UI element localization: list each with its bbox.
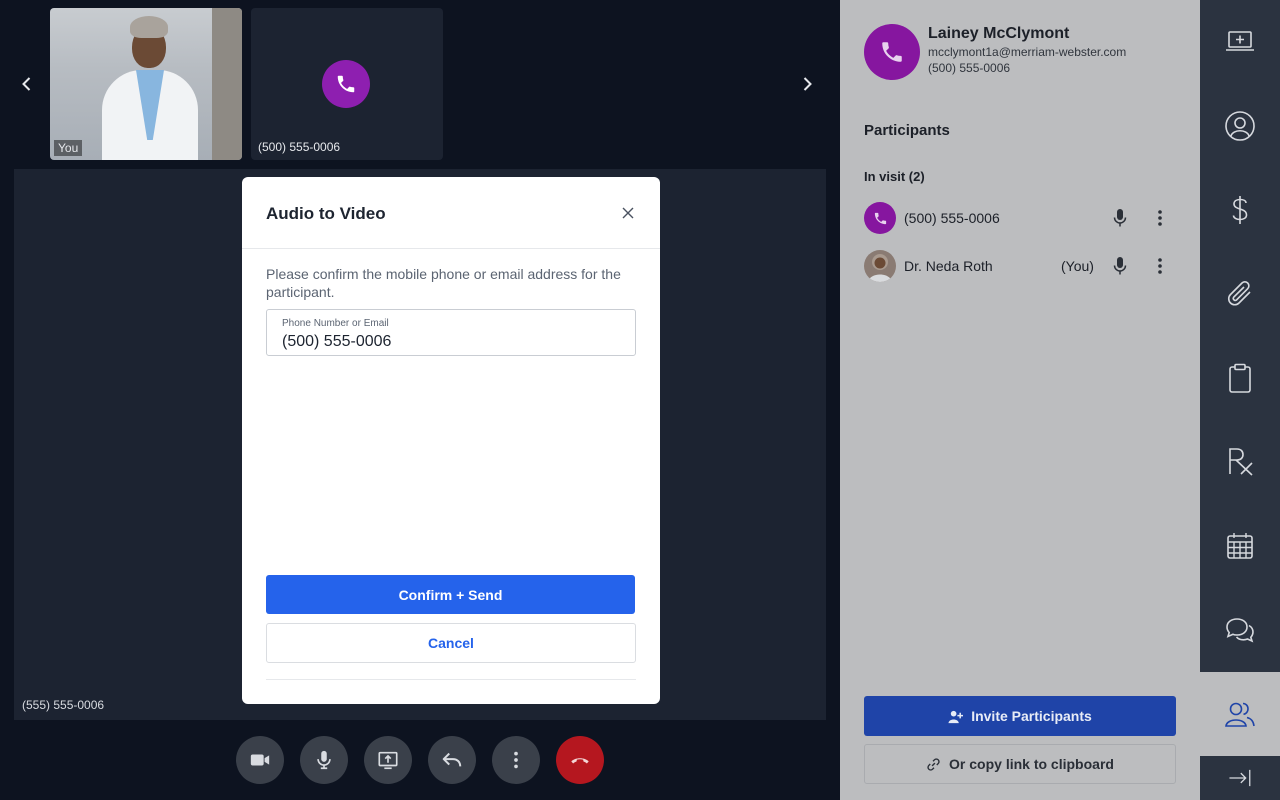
- participants-title: Participants: [864, 122, 950, 139]
- phone-icon: [874, 212, 886, 224]
- prev-arrow-icon[interactable]: [15, 72, 39, 96]
- dollar-icon: [1232, 196, 1248, 224]
- phone-participant-tile[interactable]: (500) 555-0006: [251, 8, 443, 160]
- mic-button[interactable]: [300, 736, 348, 784]
- person-photo: [868, 254, 892, 282]
- more-vertical-icon[interactable]: [1152, 256, 1168, 276]
- shelf-image: [212, 8, 242, 160]
- rx-icon: [1229, 448, 1253, 476]
- next-arrow-icon[interactable]: [795, 72, 819, 96]
- link-icon: [927, 757, 940, 771]
- more-vertical-icon: [514, 751, 518, 769]
- you-tag: (You): [1061, 258, 1094, 274]
- phone-icon: [337, 75, 355, 93]
- share-screen-button[interactable]: [364, 736, 412, 784]
- rail-item-billing[interactable]: [1200, 168, 1280, 252]
- rail-item-participants[interactable]: [1200, 672, 1280, 756]
- stage-label: (555) 555-0006: [22, 698, 105, 712]
- call-controls: [236, 736, 604, 784]
- invite-participants-button[interactable]: Invite Participants: [864, 696, 1176, 736]
- dialog-header: Audio to Video: [242, 177, 660, 249]
- field-label: Phone Number or Email: [282, 318, 389, 329]
- close-icon[interactable]: [620, 205, 636, 221]
- rail-item-prescriptions[interactable]: [1200, 420, 1280, 504]
- self-label: You: [54, 140, 83, 156]
- rail-item-attachments[interactable]: [1200, 252, 1280, 336]
- phone-avatar: [322, 60, 370, 108]
- copy-link-label: Or copy link to clipboard: [949, 756, 1114, 772]
- phone-tile-label: (500) 555-0006: [258, 140, 341, 154]
- cancel-button[interactable]: Cancel: [266, 623, 636, 663]
- invite-label: Invite Participants: [971, 708, 1092, 724]
- self-video-tile[interactable]: You: [50, 8, 242, 160]
- rail-item-clipboard[interactable]: [1200, 336, 1280, 420]
- participant-name: Dr. Neda Roth: [904, 258, 993, 274]
- share-screen-icon: [378, 751, 398, 770]
- laptop-plus-icon: [1226, 31, 1254, 51]
- rail-item-visit[interactable]: [1200, 0, 1280, 84]
- more-vertical-icon[interactable]: [1152, 208, 1168, 228]
- phone-or-email-input[interactable]: [282, 333, 622, 351]
- nav-rail: [1200, 0, 1280, 800]
- participant-row: (500) 555-0006: [864, 202, 1176, 234]
- collapse-icon: [1229, 769, 1251, 787]
- participant-avatar: [864, 202, 896, 234]
- user-circle-icon: [1225, 111, 1255, 141]
- microphone-icon[interactable]: [1112, 256, 1128, 276]
- contact-avatar: [864, 24, 920, 80]
- participant-row: Dr. Neda Roth (You): [864, 250, 1176, 282]
- confirm-send-button[interactable]: Confirm + Send: [266, 575, 635, 614]
- participant-avatar-photo: [864, 250, 896, 282]
- audio-to-video-dialog: Audio to Video Please confirm the mobile…: [242, 177, 660, 704]
- rail-item-collapse[interactable]: [1200, 756, 1280, 800]
- add-user-icon: [948, 710, 964, 723]
- camera-button[interactable]: [236, 736, 284, 784]
- rail-item-patient[interactable]: [1200, 84, 1280, 168]
- in-visit-label: In visit (2): [864, 169, 925, 184]
- contact-name: Lainey McClymont: [928, 25, 1070, 42]
- microphone-icon: [317, 750, 331, 770]
- calendar-icon: [1227, 533, 1253, 559]
- copy-link-button[interactable]: Or copy link to clipboard: [864, 744, 1176, 784]
- dialog-title: Audio to Video: [266, 204, 386, 223]
- end-call-button[interactable]: [556, 736, 604, 784]
- rail-item-schedule[interactable]: [1200, 504, 1280, 588]
- dialog-description: Please confirm the mobile phone or email…: [266, 266, 621, 300]
- participants-icon: [1225, 702, 1255, 727]
- contact-phone: (500) 555-0006: [928, 61, 1011, 75]
- phone-icon: [882, 42, 902, 62]
- info-panel: Lainey McClymont mcclymont1a@merriam-web…: [840, 0, 1200, 800]
- clipboard-icon: [1229, 363, 1251, 393]
- paperclip-icon: [1228, 281, 1251, 306]
- microphone-icon[interactable]: [1112, 208, 1128, 228]
- rail-item-chat[interactable]: [1200, 588, 1280, 672]
- contact-email: mcclymont1a@merriam-webster.com: [928, 45, 1127, 59]
- participant-name: (500) 555-0006: [904, 210, 1000, 226]
- divider: [266, 679, 636, 680]
- video-camera-icon: [250, 754, 270, 766]
- reply-icon: [442, 752, 462, 767]
- chat-icon: [1226, 618, 1254, 643]
- more-options-button[interactable]: [492, 736, 540, 784]
- hang-up-icon: [571, 758, 589, 764]
- reply-button[interactable]: [428, 736, 476, 784]
- phone-or-email-field[interactable]: Phone Number or Email: [266, 309, 636, 356]
